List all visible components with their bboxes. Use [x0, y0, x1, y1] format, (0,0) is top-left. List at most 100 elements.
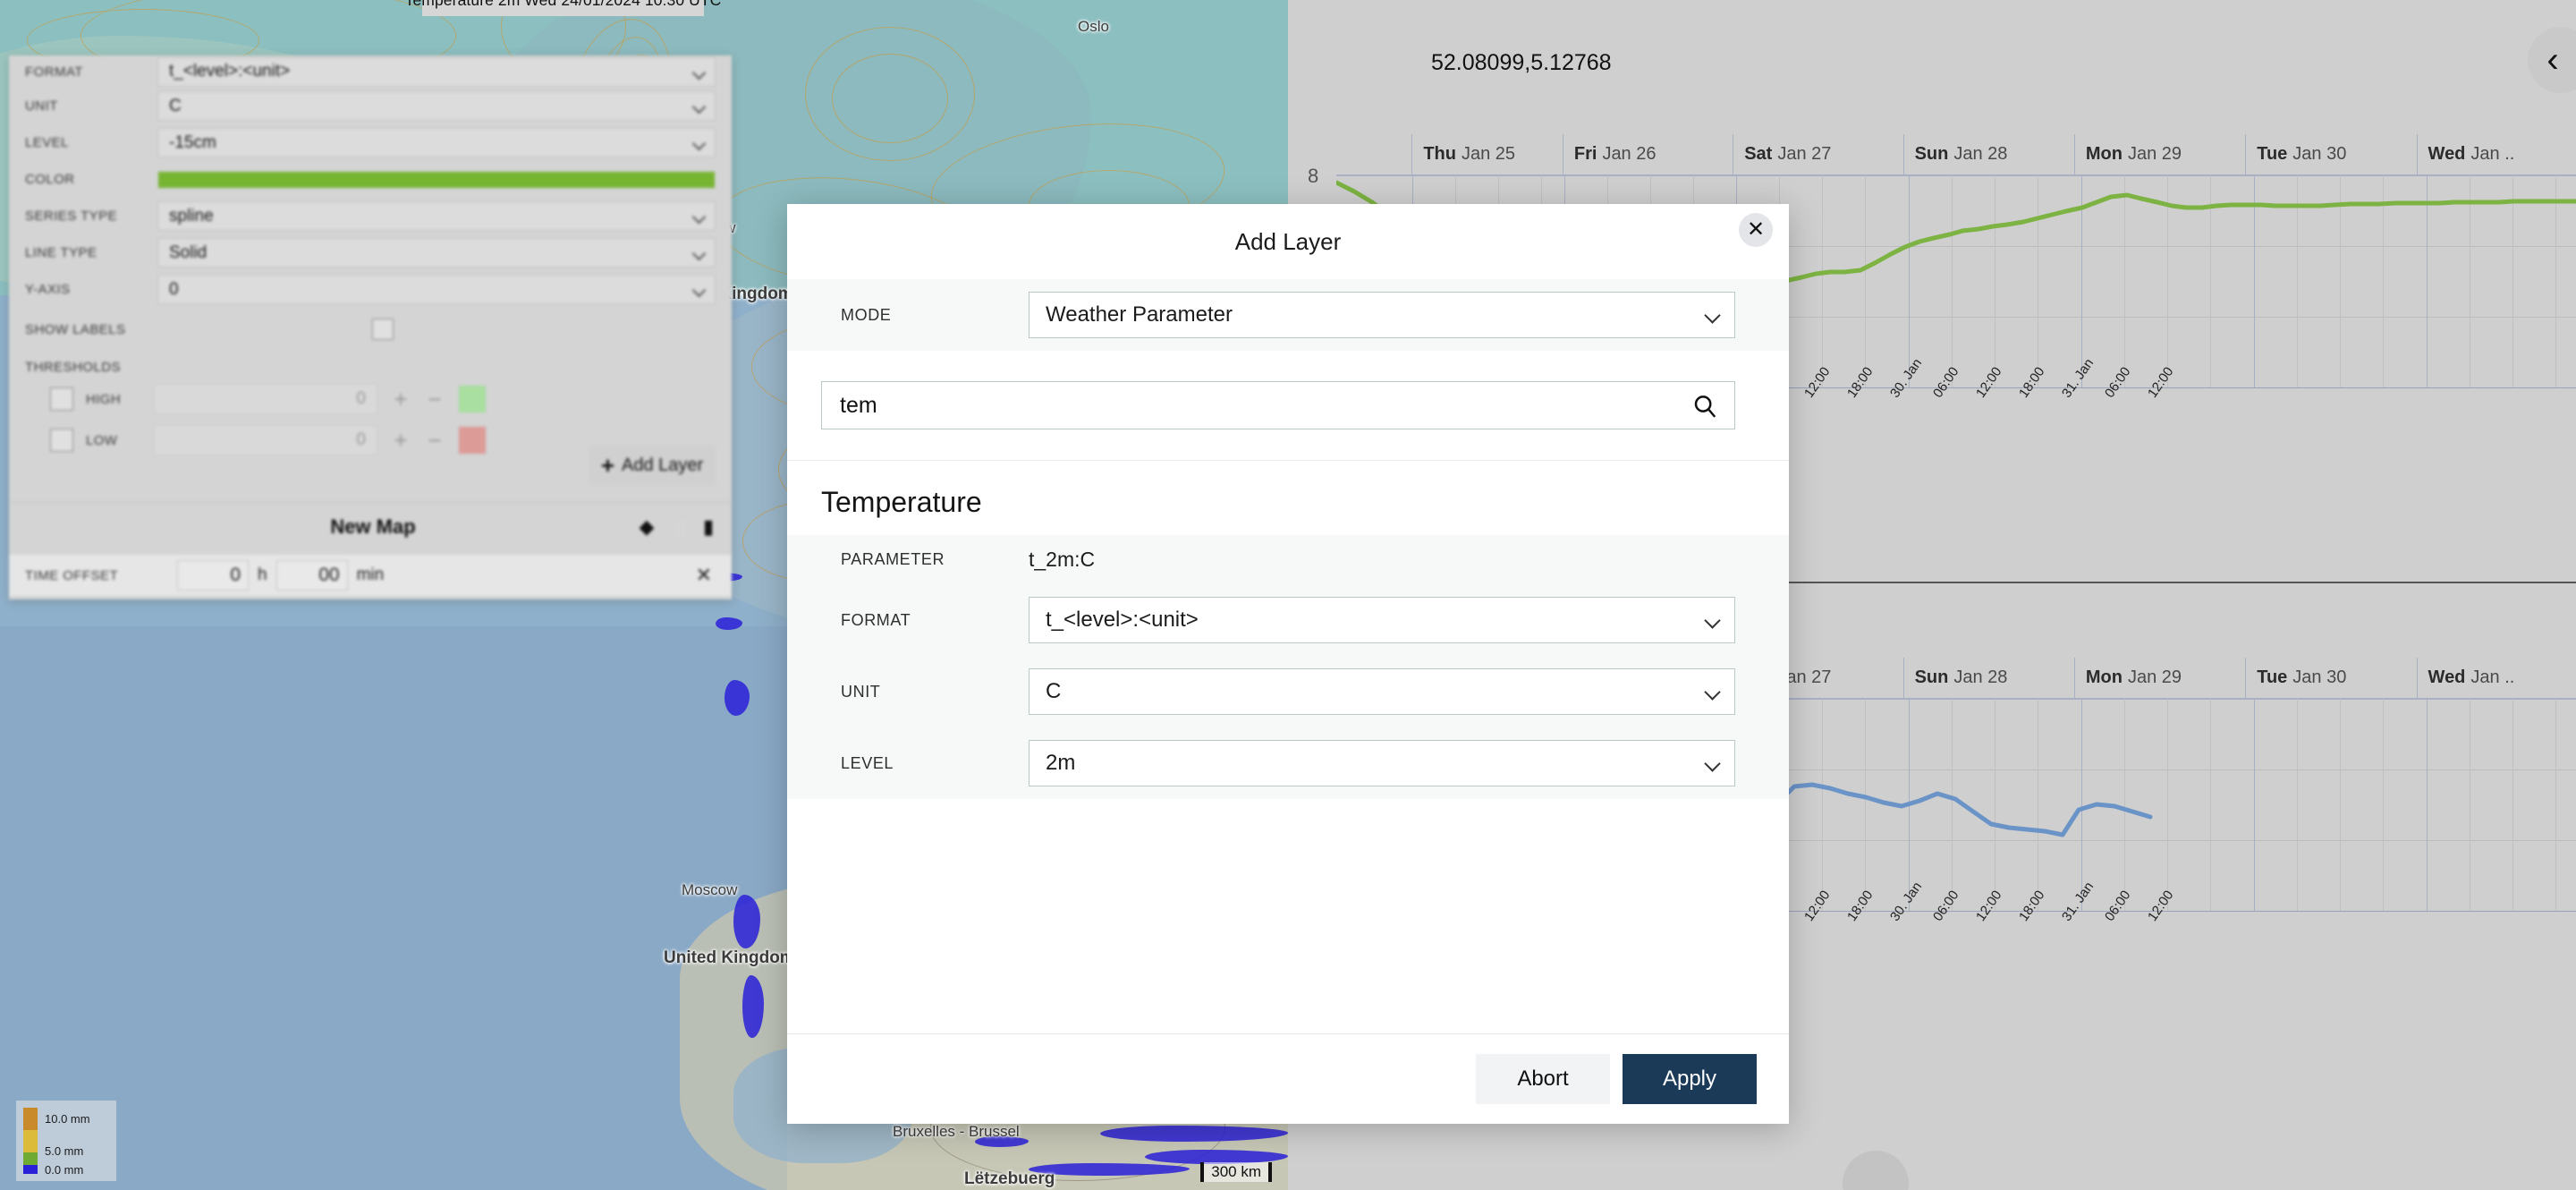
map-city-label: Bruxelles - Brussel: [893, 1123, 1020, 1140]
day-header-cell: Tue Jan 30: [2245, 133, 2416, 175]
map-contour-line: [832, 54, 948, 143]
threshold-high-checkbox[interactable]: [50, 387, 73, 411]
legend-swatch: [23, 1130, 38, 1152]
config-row-format: FORMAT t_<level>:<unit>: [9, 55, 732, 88]
threshold-high-color[interactable]: [458, 385, 487, 413]
config-label: SERIES TYPE: [25, 208, 118, 224]
config-label: FORMAT: [25, 64, 83, 80]
parameter-value: t_2m:C: [1029, 548, 1096, 571]
config-row-show-labels: SHOW LABELS: [9, 308, 732, 351]
day-header-cell: Wed Jan ..: [2416, 133, 2576, 175]
chevron-up-icon: ︿: [1859, 1170, 1892, 1190]
day-header-cell: SatJan 27: [1733, 133, 1902, 175]
legend-swatch: [23, 1108, 38, 1130]
modal-mode-row: MODE Weather Parameter: [787, 279, 1789, 351]
threshold-row-high: HIGH 0 + −: [9, 378, 732, 420]
legend-label: 0.0 mm: [45, 1162, 84, 1177]
day-header-cell: Tue Jan 30: [2245, 657, 2416, 699]
close-icon[interactable]: ✕: [696, 564, 716, 587]
threshold-low-increment-icon[interactable]: +: [390, 427, 411, 455]
show-labels-checkbox[interactable]: [372, 319, 394, 340]
threshold-low-color[interactable]: [458, 426, 487, 455]
plus-icon: +: [600, 451, 614, 479]
field-label: FORMAT: [841, 610, 911, 629]
config-label: LEVEL: [25, 135, 69, 150]
chart-top-day-header: Thu Jan 25 Fri Jan 26 Sat Jan 27 Sun Jan 28 …: [1336, 133, 2576, 175]
modal-field-level: LEVEL 2m: [787, 727, 1789, 799]
threshold-low-decrement-icon[interactable]: −: [424, 427, 445, 455]
time-offset-minutes-unit: min: [356, 565, 385, 584]
config-row-y-axis: Y-AXIS 0: [9, 271, 732, 308]
modal-field-parameter: PARAMETER t_2m:C: [787, 535, 1789, 584]
map-scale-bar: 300 km: [1200, 1154, 1272, 1190]
line-type-select[interactable]: Solid: [157, 238, 716, 268]
modal-footer: Abort Apply: [787, 1033, 1789, 1124]
config-label: Y-AXIS: [25, 282, 71, 297]
parameter-search-box[interactable]: tem: [821, 381, 1735, 429]
threshold-high-decrement-icon[interactable]: −: [424, 386, 445, 413]
threshold-low-label: LOW: [86, 432, 118, 448]
copy-icon[interactable]: ▯: [664, 515, 698, 539]
time-offset-hours-unit: h: [258, 565, 267, 584]
modal-field-unit: UNIT C: [787, 656, 1789, 727]
config-label: COLOR: [25, 172, 75, 187]
abort-button[interactable]: Abort: [1476, 1054, 1610, 1104]
level-select[interactable]: -15cm: [157, 128, 716, 157]
threshold-high-input[interactable]: 0: [154, 384, 377, 414]
threshold-low-checkbox[interactable]: [50, 429, 73, 452]
time-offset-label: TIME OFFSET: [25, 567, 119, 583]
layers-icon[interactable]: ◆: [630, 515, 664, 539]
map-name-row: New Map ◆ ▯ ▮: [9, 506, 732, 548]
layer-config-panel[interactable]: FORMAT t_<level>:<unit> UNIT C LEVEL -15…: [9, 55, 732, 599]
close-icon[interactable]: ✕: [1739, 213, 1773, 247]
modal-mode-section: MODE Weather Parameter: [787, 279, 1789, 351]
map-city-label: United Kingdom: [664, 948, 795, 967]
search-icon[interactable]: [1691, 393, 1718, 426]
apply-button[interactable]: Apply: [1623, 1054, 1757, 1104]
legend-label: 10.0 mm: [45, 1112, 90, 1126]
field-label: LEVEL: [841, 753, 894, 772]
map-precipitation-legend: 10.0 mm 5.0 mm 0.0 mm: [16, 1101, 116, 1181]
legend-row: 10.0 mm: [23, 1108, 111, 1130]
config-label: UNIT: [25, 98, 58, 114]
modal-level-select[interactable]: 2m: [1029, 740, 1735, 786]
threshold-low-input[interactable]: 0: [154, 425, 377, 455]
modal-header: Add Layer ✕: [787, 204, 1789, 279]
legend-swatch: [23, 1152, 38, 1165]
legend-swatch: [23, 1165, 38, 1174]
time-offset-hours-input[interactable]: 0: [177, 560, 249, 591]
config-row-color: COLOR: [9, 161, 732, 198]
series-type-select[interactable]: spline: [157, 201, 716, 231]
time-offset-minutes-input[interactable]: 00: [275, 560, 348, 591]
add-layer-button[interactable]: + Add Layer: [589, 446, 716, 485]
modal-format-select[interactable]: t_<level>:<unit>: [1029, 597, 1735, 643]
modal-parameter-details: PARAMETER t_2m:C FORMAT t_<level>:<unit>…: [787, 535, 1789, 799]
map-title-bar: Temperature 2m Wed 24/01/2024 10:30 UTC: [405, 0, 721, 16]
config-label: LINE TYPE: [25, 245, 97, 260]
y-axis-select[interactable]: 0: [157, 275, 716, 304]
modal-mode-label: MODE: [841, 305, 892, 324]
legend-row: 5.0 mm: [23, 1130, 111, 1158]
mode-select[interactable]: Weather Parameter: [1029, 292, 1735, 338]
threshold-high-label: HIGH: [86, 391, 122, 407]
map-city-label: Moscow: [682, 881, 738, 898]
chart-top-coordinates: 52.08099,5.12768: [1431, 50, 1612, 75]
modal-title: Add Layer: [1234, 227, 1342, 255]
day-header-cell: Sun Jan 28: [1902, 133, 2074, 175]
unit-select[interactable]: C: [157, 91, 716, 121]
config-row-line-type: LINE TYPE Solid: [9, 234, 732, 271]
format-select[interactable]: t_<level>:<unit>: [157, 56, 716, 87]
config-row-series-type: SERIES TYPE spline: [9, 198, 732, 234]
color-swatch[interactable]: [157, 170, 716, 189]
modal-unit-select[interactable]: C: [1029, 668, 1735, 715]
day-header-cell: Sun Jan 28: [1902, 657, 2074, 699]
modal-field-format: FORMAT t_<level>:<unit>: [787, 584, 1789, 656]
time-offset-row: TIME OFFSET 0 h 00 min ✕: [9, 555, 732, 596]
day-header-cell: Mon Jan 29: [2073, 133, 2245, 175]
thresholds-heading: THRESHOLDS: [25, 360, 122, 375]
config-label: SHOW LABELS: [25, 321, 126, 337]
modal-search-section: tem: [787, 351, 1789, 460]
add-layer-label: Add Layer: [622, 455, 704, 475]
trash-icon[interactable]: ▮: [698, 515, 732, 539]
threshold-high-increment-icon[interactable]: +: [390, 386, 411, 413]
